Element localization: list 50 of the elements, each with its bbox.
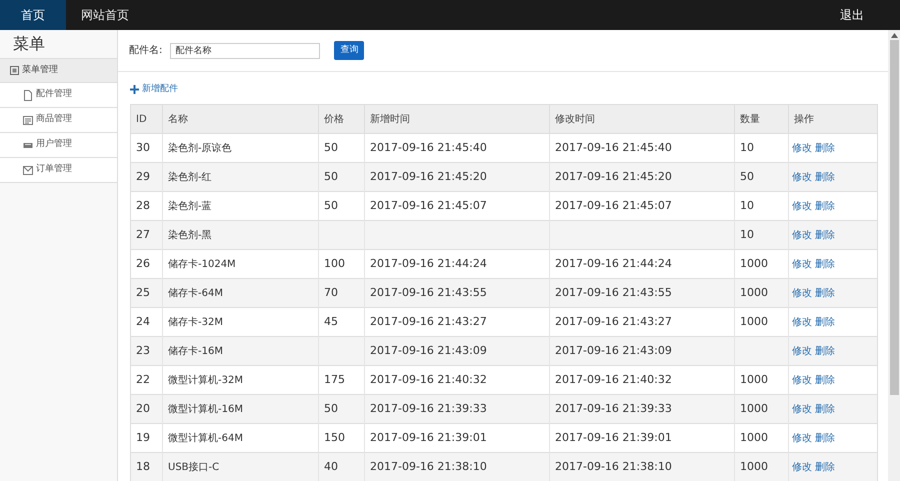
list-icon <box>23 114 33 126</box>
table-cell: 2017-09-16 21:38:10 <box>550 452 734 481</box>
search-field[interactable]: 配件名称 <box>170 42 320 58</box>
edit-link[interactable]: 修改 <box>792 374 812 386</box>
envelope-icon <box>23 164 33 176</box>
delete-link[interactable]: 删除 <box>815 142 835 154</box>
sidebar-item[interactable]: 配件管理 <box>0 83 117 108</box>
delete-link[interactable]: 删除 <box>815 200 835 212</box>
edit-link[interactable]: 修改 <box>792 462 812 472</box>
sidebar-title: 菜单 <box>13 33 45 55</box>
table-cell: USB接口-C <box>162 452 318 481</box>
table-cell: 2017-09-16 21:38:10 <box>364 452 550 481</box>
delete-link[interactable]: 删除 <box>815 404 835 414</box>
edit-link[interactable]: 修改 <box>792 432 812 444</box>
field-label: 配件名: <box>129 44 162 58</box>
delete-link[interactable]: 删除 <box>815 288 835 298</box>
delete-link[interactable]: 删除 <box>815 258 835 270</box>
delete-link[interactable]: 删除 <box>815 172 835 182</box>
edit-link[interactable]: 修改 <box>792 142 812 154</box>
scrollbar[interactable] <box>888 30 900 481</box>
delete-link[interactable]: 删除 <box>815 230 835 240</box>
edit-link[interactable]: 修改 <box>792 346 812 356</box>
edit-link[interactable]: 修改 <box>792 316 812 328</box>
edit-link[interactable]: 修改 <box>792 200 812 212</box>
delete-link[interactable]: 删除 <box>815 462 835 472</box>
sidebar-item[interactable]: 用户管理 <box>0 133 117 158</box>
table-cell: 40 <box>318 452 364 481</box>
nav-tab[interactable]: 首页 <box>0 0 66 30</box>
edit-link[interactable]: 修改 <box>792 404 812 414</box>
delete-link[interactable]: 删除 <box>815 432 835 444</box>
sidebar-item[interactable]: 商品管理 <box>0 108 117 133</box>
sidebar-item[interactable]: 订单管理 <box>0 158 117 183</box>
delete-link[interactable]: 删除 <box>815 346 835 356</box>
edit-link[interactable]: 修改 <box>792 288 812 298</box>
table-cell: 1000 <box>734 452 788 481</box>
delete-link[interactable]: 删除 <box>815 316 835 328</box>
search-button[interactable]: 查询 <box>334 41 364 60</box>
add-link[interactable]: 新增配件 <box>130 82 178 96</box>
edit-link[interactable]: 修改 <box>792 230 812 240</box>
document-icon <box>23 90 33 100</box>
nav-tab[interactable]: 网站首页 <box>66 0 144 30</box>
logout-link[interactable]: 退出 <box>840 6 900 24</box>
scroll-up-arrow-icon[interactable] <box>890 32 898 38</box>
plus-icon <box>130 84 139 94</box>
table-cell: 18 <box>130 452 162 481</box>
grid-icon <box>10 66 19 75</box>
delete-link[interactable]: 删除 <box>815 374 835 386</box>
edit-link[interactable]: 修改 <box>792 172 812 182</box>
menu-group-header[interactable]: 菜单管理 <box>0 58 117 83</box>
edit-link[interactable]: 修改 <box>792 258 812 270</box>
